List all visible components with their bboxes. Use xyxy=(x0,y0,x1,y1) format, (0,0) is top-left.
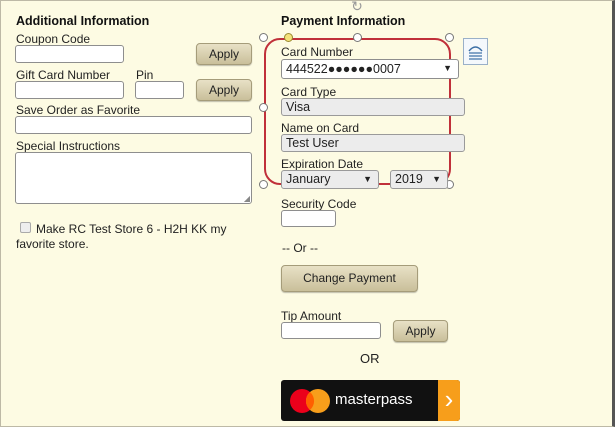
coupon-apply-button[interactable]: Apply xyxy=(196,43,252,65)
save-favorite-label: Save Order as Favorite xyxy=(16,103,141,117)
card-type-label: Card Type xyxy=(281,85,337,99)
pin-input[interactable] xyxy=(135,81,184,99)
gift-card-label: Gift Card Number xyxy=(16,68,111,82)
card-number-label: Card Number xyxy=(281,45,354,59)
coupon-code-input[interactable] xyxy=(15,45,124,63)
resize-handle-w[interactable] xyxy=(259,103,268,112)
tip-apply-button[interactable]: Apply xyxy=(393,320,448,342)
tip-amount-input[interactable] xyxy=(281,322,381,339)
chevron-down-icon: ▼ xyxy=(363,174,372,184)
payment-info-heading: Payment Information xyxy=(281,14,406,28)
name-on-card-label: Name on Card xyxy=(281,121,360,135)
favorite-store-checkbox[interactable] xyxy=(20,222,31,233)
favorite-store-label-line2: favorite store. xyxy=(16,237,89,251)
favorite-store-label-line1: Make RC Test Store 6 - H2H KK my xyxy=(36,222,227,236)
coupon-code-label: Coupon Code xyxy=(16,32,91,46)
save-favorite-input[interactable] xyxy=(15,116,252,134)
gift-card-apply-button[interactable]: Apply xyxy=(196,79,252,101)
special-instructions-label: Special Instructions xyxy=(16,139,121,153)
resize-handle-ne[interactable] xyxy=(445,33,454,42)
security-code-label: Security Code xyxy=(281,197,357,211)
masterpass-label: masterpass xyxy=(335,391,413,408)
gift-card-input[interactable] xyxy=(15,81,124,99)
card-number-select[interactable]: 444522●●●●●●0007 ▼ xyxy=(281,59,459,79)
chevron-down-icon: ▼ xyxy=(443,63,452,73)
resize-grip-icon[interactable]: ◢ xyxy=(244,194,250,203)
or-label: OR xyxy=(360,351,380,366)
resize-handle-nw[interactable] xyxy=(259,33,268,42)
name-on-card-field: Test User xyxy=(281,134,465,152)
pin-label: Pin xyxy=(136,68,154,82)
expiration-month-value: January xyxy=(286,172,331,186)
card-number-value: 444522●●●●●●0007 xyxy=(286,62,401,76)
tip-amount-label: Tip Amount xyxy=(281,309,342,323)
security-code-input[interactable] xyxy=(281,210,336,227)
resize-handle-sw[interactable] xyxy=(259,180,268,189)
or-divider: -- Or -- xyxy=(282,241,318,255)
special-instructions-textarea[interactable]: ◢ xyxy=(15,152,252,204)
layout-options-icon[interactable] xyxy=(463,38,488,65)
expiration-year-select[interactable]: 2019 ▼ xyxy=(390,170,448,189)
mastercard-logo-icon xyxy=(290,389,330,413)
resize-handle-n[interactable] xyxy=(353,33,362,42)
expiration-date-label: Expiration Date xyxy=(281,157,364,171)
expiration-year-value: 2019 xyxy=(395,172,423,186)
card-type-value: Visa xyxy=(286,100,311,114)
expiration-month-select[interactable]: January ▼ xyxy=(281,170,379,189)
chevron-down-icon: ▼ xyxy=(432,174,441,184)
rotate-handle-icon[interactable]: ↻ xyxy=(347,0,367,14)
masterpass-button[interactable]: masterpass › xyxy=(281,380,460,421)
adjust-handle[interactable] xyxy=(284,33,293,42)
change-payment-button[interactable]: Change Payment xyxy=(281,265,418,292)
additional-info-heading: Additional Information xyxy=(16,14,150,28)
masterpass-arrow-icon: › xyxy=(438,380,460,421)
card-type-field: Visa xyxy=(281,98,465,116)
name-on-card-value: Test User xyxy=(286,136,339,150)
